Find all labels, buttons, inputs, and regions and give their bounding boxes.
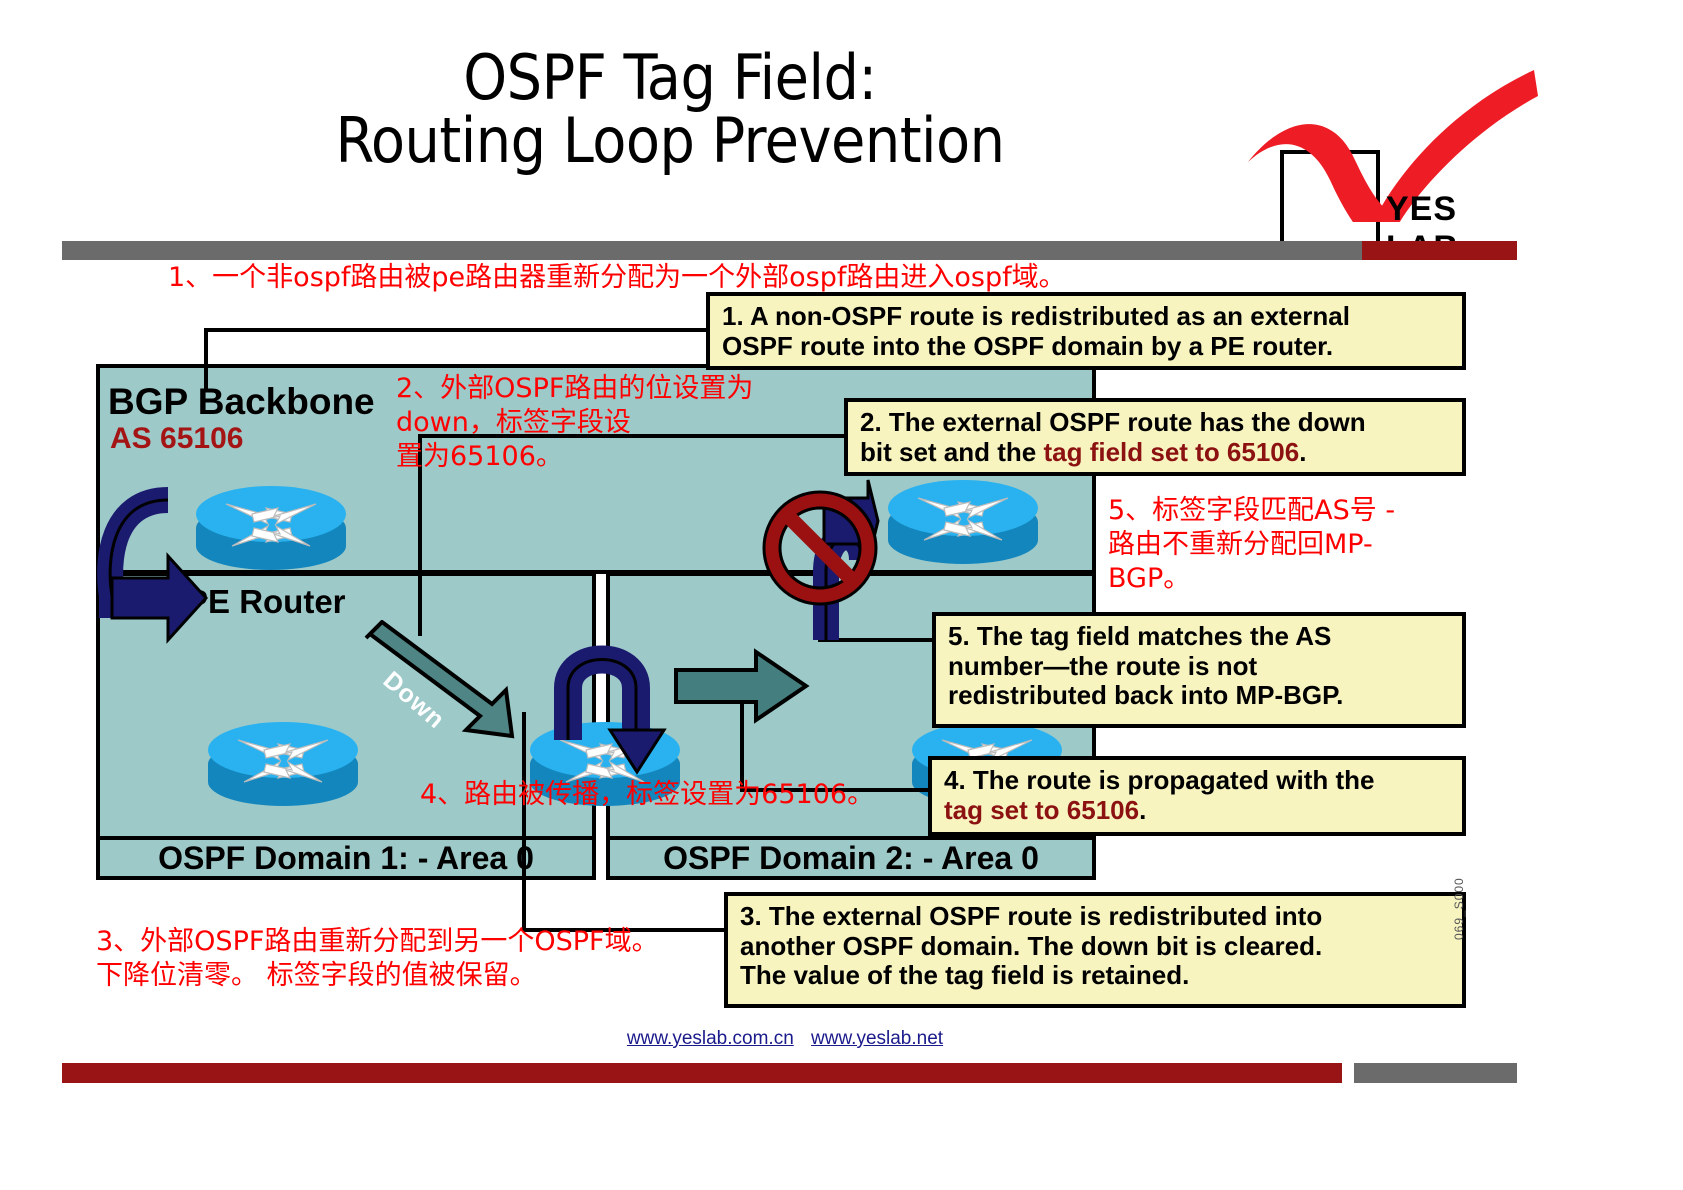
pe-router-label: PE Router [186,583,346,620]
title-line-2: Routing Loop Prevention [335,104,1005,178]
callout-3-line-2: another OSPF domain. The down bit is cle… [740,930,1323,961]
slide-side-code: 069_S000 [1452,877,1466,940]
annotation-cn-3: 3、外部OSPF路由重新分配到另一个OSPF域。 下降位清零。 标签字段的值被保… [96,926,659,991]
page-title: OSPF Tag Field: Routing Loop Prevention [0,41,1340,178]
callout-1-line-1: 1. A non-OSPF route is redistributed as … [722,301,1350,331]
callout-2-text-a: bit set and the [860,436,1044,467]
router-icon-domain2-edge [888,480,1038,575]
as-number-label: AS 65106 [110,422,244,455]
callout-2-highlight: tag field set to 65106 [1043,436,1300,467]
callout-1: 1. A non-OSPF route is redistributed as … [706,292,1466,370]
callout-5-line-3: redistributed back into MP-BGP. [948,680,1344,711]
annotation-cn-1: 1、一个非ospf路由被pe路由器重新分配为一个外部ospf路由进入ospf域。 [168,262,1066,293]
annotation-cn-2: 2、外部OSPF路由的位设置为down，标签字段设 置为65106。 [396,373,754,472]
router-arrows-icon [225,503,317,547]
callout-4-line-1: 4. The route is propagated with the [944,765,1375,795]
callout-4-line-2: tag set to 65106. [944,794,1452,826]
callout-3: 3. The external OSPF route is redistribu… [724,892,1466,1008]
callout-2-text-b: . [1299,436,1307,467]
callout-2-line-2: bit set and the tag field set to 65106. [860,436,1452,468]
callout-4-text-b: . [1139,794,1147,825]
callout-5: 5. The tag field matches the AS number—t… [932,612,1466,728]
header-bar-gray [62,241,1362,260]
footer-bar-red [62,1063,1342,1083]
router-icon-domain1-lower [208,722,358,817]
callout-3-line-1: 3. The external OSPF route is redistribu… [740,901,1323,931]
bgp-backbone-label: BGP Backbone [108,381,375,422]
callout-2: 2. The external OSPF route has the down … [844,398,1466,476]
annotation-cn-4: 4、路由被传播，标签设置为65106。 [420,779,875,810]
callout-5-line-1: 5. The tag field matches the AS [948,621,1332,651]
router-arrows-icon [917,497,1009,541]
router-icon-pe [196,486,346,581]
ospf-domain-2-label: OSPF Domain 2: - Area 0 [606,836,1096,880]
footer-links: www.yeslab.com.cn www.yeslab.net [0,1028,1570,1050]
router-arrows-icon [237,739,329,783]
callout-5-line-2: number—the route is not [948,650,1258,681]
callout-3-line-3: The value of the tag field is retained. [740,960,1190,991]
ospf-domain-1-label: OSPF Domain 1: - Area 0 [96,836,596,880]
callout-2-line-1: 2. The external OSPF route has the down [860,407,1366,437]
down-bit-arrow: Down [360,619,620,740]
footer-link-1[interactable]: www.yeslab.com.cn [627,1028,794,1049]
annotation-cn-5: 5、标签字段匹配AS号 - 路由不重新分配回MP- BGP。 [1108,495,1396,594]
footer-bar-gray [1354,1063,1517,1083]
callout-4: 4. The route is propagated with the tag … [928,756,1466,836]
footer-link-2[interactable]: www.yeslab.net [811,1028,943,1049]
header-bar-red [1362,241,1517,260]
yeslab-logo: YES LAB [1238,62,1538,267]
callout-4-highlight: tag set to 65106 [944,794,1140,825]
title-line-1: OSPF Tag Field: [463,41,877,114]
callout-1-line-2: OSPF route into the OSPF domain by a PE … [722,330,1334,361]
